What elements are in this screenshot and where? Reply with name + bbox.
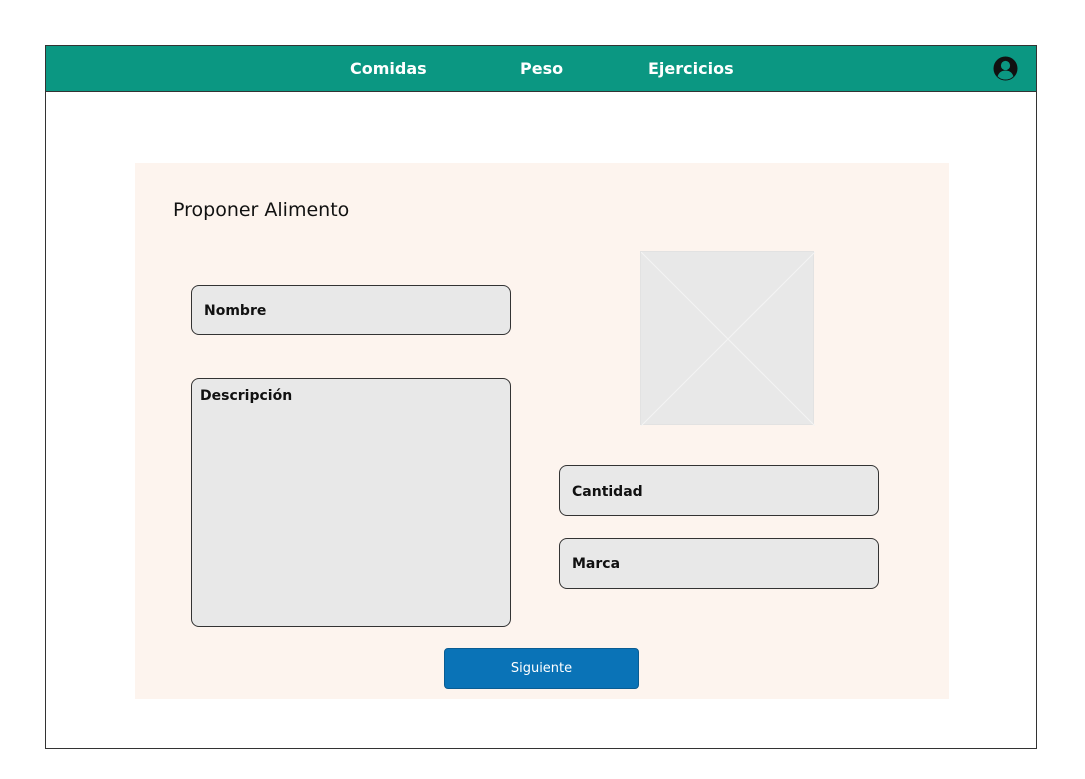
image-placeholder-icon[interactable] xyxy=(640,251,815,426)
marca-label: Marca xyxy=(572,556,621,572)
page-title: Proponer Alimento xyxy=(173,199,350,221)
marca-field[interactable]: Marca xyxy=(559,538,879,589)
nombre-field[interactable]: Nombre xyxy=(191,285,511,335)
nav-link-peso[interactable]: Peso xyxy=(520,59,563,79)
descripcion-label: Descripción xyxy=(200,388,293,404)
nav-link-ejercicios[interactable]: Ejercicios xyxy=(648,59,734,79)
nav-link-comidas[interactable]: Comidas xyxy=(350,59,427,79)
descripcion-field[interactable]: Descripción xyxy=(191,378,511,627)
top-navbar: Comidas Peso Ejercicios xyxy=(46,46,1036,92)
user-circle-icon[interactable] xyxy=(993,56,1018,81)
cantidad-field[interactable]: Cantidad xyxy=(559,465,879,516)
next-button[interactable]: Siguiente xyxy=(444,648,639,689)
nombre-label: Nombre xyxy=(204,303,267,319)
cantidad-label: Cantidad xyxy=(572,484,643,500)
propose-food-panel: Proponer Alimento Nombre Descripción Can… xyxy=(135,163,949,699)
